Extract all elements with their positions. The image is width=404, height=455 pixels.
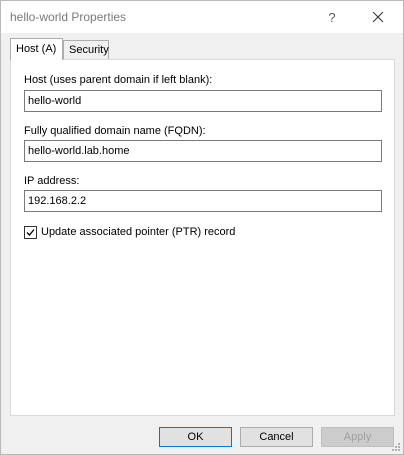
host-label: Host (uses parent domain if left blank): [24,74,213,86]
cancel-button[interactable]: Cancel [240,427,313,447]
help-button[interactable]: ? [317,1,347,33]
tab-security[interactable]: Security [63,40,109,59]
title-bar[interactable]: hello-world Properties ? [1,1,403,33]
tab-security-label: Security [69,44,109,56]
close-icon [372,11,384,23]
ptr-checkbox[interactable] [24,225,37,239]
host-a-panel: Host (uses parent domain if left blank):… [10,59,395,416]
tab-host-a-label: Host (A) [16,43,57,55]
ip-address-input[interactable] [24,190,382,212]
ptr-checkbox-row[interactable]: Update associated pointer (PTR) record [24,224,235,240]
host-input[interactable] [24,90,382,112]
ip-address-label: IP address: [24,175,80,187]
fqdn-field[interactable] [24,140,382,162]
properties-dialog: hello-world Properties ? Host (A) Securi… [0,0,404,455]
dialog-footer: OK Cancel Apply [1,416,403,454]
apply-button[interactable]: Apply [321,427,394,447]
ptr-checkbox-label: Update associated pointer (PTR) record [41,226,236,238]
checkmark-icon [26,228,35,236]
window-title: hello-world Properties [10,10,127,24]
close-button[interactable] [363,1,393,33]
fqdn-label: Fully qualified domain name (FQDN): [24,125,206,137]
resize-grip-icon[interactable] [391,442,401,452]
question-mark-icon: ? [328,9,336,25]
tab-host-a[interactable]: Host (A) [10,38,63,60]
ok-button[interactable]: OK [159,427,232,447]
